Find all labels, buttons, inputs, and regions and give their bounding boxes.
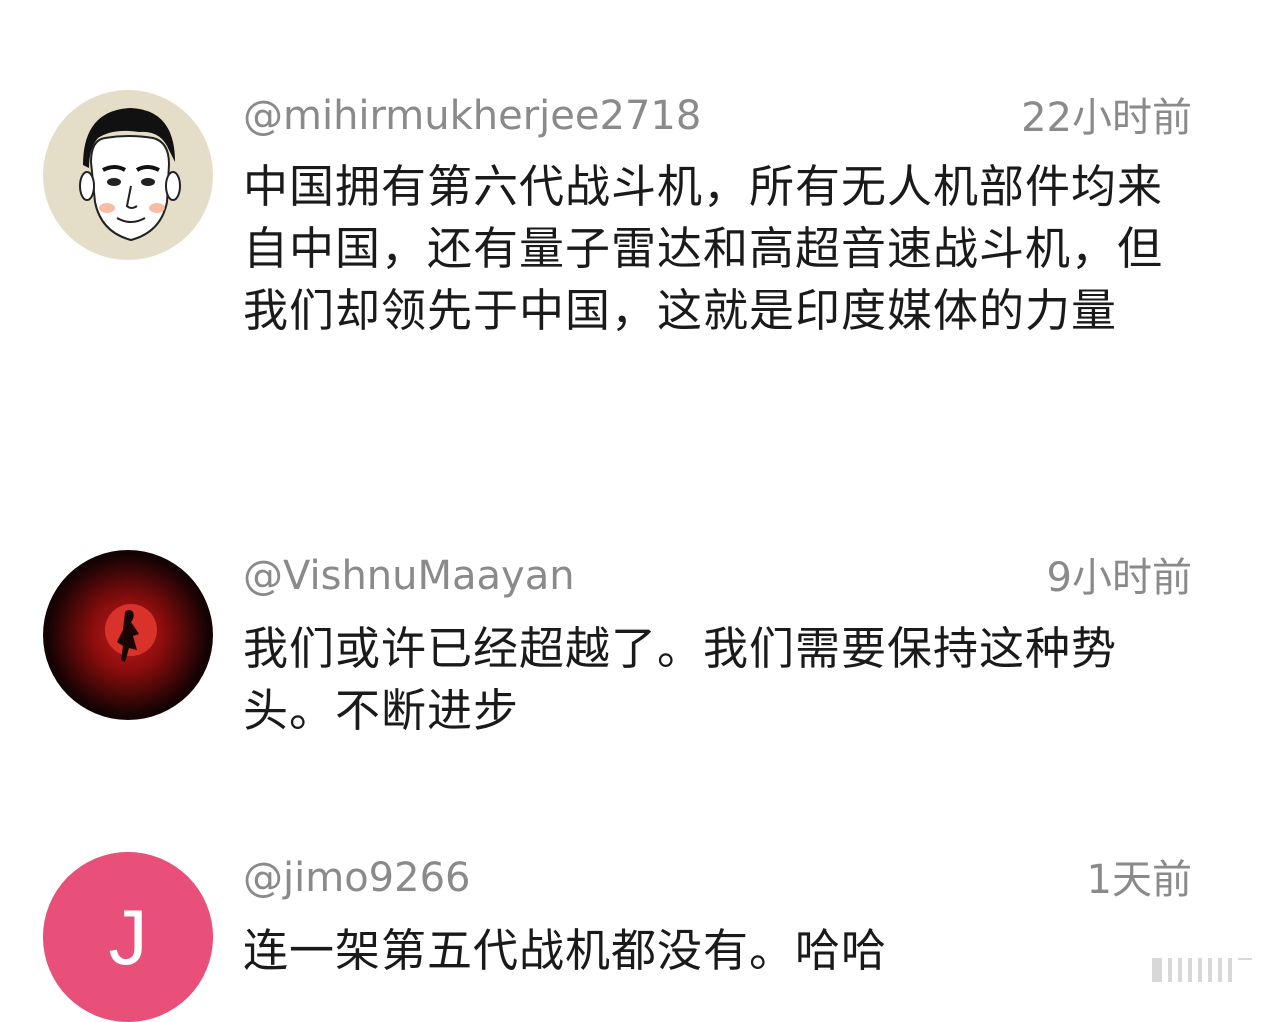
user-avatar[interactable]: J bbox=[43, 852, 213, 1022]
red-moon-figure-avatar-icon bbox=[43, 550, 213, 720]
comment-text: 我们或许已经超越了。我们需要保持这种势头。不断进步 bbox=[243, 622, 1118, 737]
comment-timestamp: 9小时前 bbox=[1046, 555, 1192, 601]
user-avatar[interactable] bbox=[43, 550, 213, 720]
comment-text: 连一架第五代战机都没有。哈哈 bbox=[243, 924, 888, 977]
avatar-letter: J bbox=[109, 893, 148, 981]
comment-timestamp: 22小时前 bbox=[1021, 95, 1192, 141]
comment-username[interactable]: @mihirmukherjee2718 bbox=[243, 92, 701, 140]
user-avatar[interactable] bbox=[43, 90, 213, 260]
letter-avatar-icon: J bbox=[43, 852, 213, 1022]
comment-timestamp: 1天前 bbox=[1086, 857, 1192, 903]
comment-username[interactable]: @jimo9266 bbox=[243, 854, 470, 902]
watermark-logo-icon bbox=[1148, 954, 1256, 986]
cartoon-face-avatar-icon bbox=[43, 90, 213, 260]
comment-text: 中国拥有第六代战斗机，所有无人机部件均来自中国，还有量子雷达和高超音速战斗机，但… bbox=[243, 160, 1164, 337]
comment-username[interactable]: @VishnuMaayan bbox=[243, 552, 575, 600]
